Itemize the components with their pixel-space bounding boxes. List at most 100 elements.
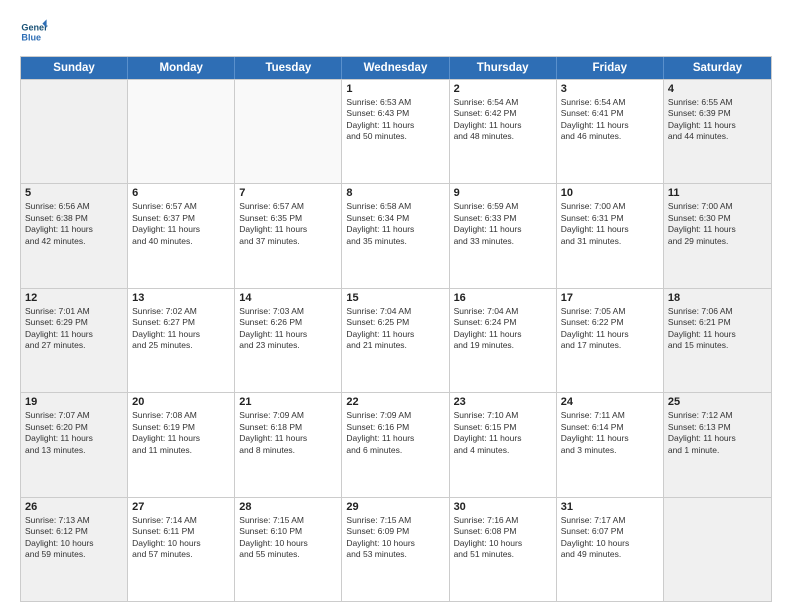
day-info: Sunrise: 7:07 AM Sunset: 6:20 PM Dayligh…	[25, 410, 123, 456]
calendar-cell-9: 9Sunrise: 6:59 AM Sunset: 6:33 PM Daylig…	[450, 184, 557, 287]
day-number: 19	[25, 396, 123, 408]
day-number: 20	[132, 396, 230, 408]
day-number: 4	[668, 83, 767, 95]
calendar-cell-4: 4 Sunrise: 6:55 AM Sunset: 6:39 PM Daylig…	[664, 80, 771, 183]
day-number: 22	[346, 396, 444, 408]
day-info: Sunrise: 7:14 AM Sunset: 6:11 PM Dayligh…	[132, 515, 230, 561]
calendar-cell-empty-0-0	[21, 80, 128, 183]
calendar-cell-3: 3Sunrise: 6:54 AM Sunset: 6:41 PM Daylig…	[557, 80, 664, 183]
calendar-cell-17: 17 Sunrise: 7:05 AM Sunset: 6:22 PM Dayli…	[557, 289, 664, 392]
day-number: 5	[25, 187, 123, 199]
calendar-cell-12: 12 Sunrise: 7:01 AM Sunset: 6:29 PM Dayli…	[21, 289, 128, 392]
calendar-cell-26: 26 Sunrise: 7:13 AM Sunset: 6:12 PM Dayli…	[21, 498, 128, 601]
day-info: Sunrise: 7:09 AM Sunset: 6:16 PM Dayligh…	[346, 410, 444, 456]
calendar-cell-24: 24Sunrise: 7:11 AM Sunset: 6:14 PM Dayli…	[557, 393, 664, 496]
calendar-cell-18: 18Sunrise: 7:06 AM Sunset: 6:21 PM Dayli…	[664, 289, 771, 392]
page: General Blue SundayMondayTuesdayWednesda…	[0, 0, 792, 612]
day-info: Sunrise: 7:02 AM Sunset: 6:27 PM Dayligh…	[132, 306, 230, 352]
day-number: 2	[454, 83, 552, 95]
svg-text:Blue: Blue	[21, 32, 41, 42]
day-info: Sunrise: 7:15 AM Sunset: 6:09 PM Dayligh…	[346, 515, 444, 561]
day-info: Sunrise: 6:58 AM Sunset: 6:34 PM Dayligh…	[346, 201, 444, 247]
calendar-cell-19: 19 Sunrise: 7:07 AM Sunset: 6:20 PM Dayli…	[21, 393, 128, 496]
day-number: 23	[454, 396, 552, 408]
calendar-header-row: SundayMondayTuesdayWednesdayThursdayFrid…	[21, 57, 771, 79]
logo-icon: General Blue	[20, 18, 48, 46]
logo: General Blue	[20, 18, 52, 46]
calendar-row-4: 26 Sunrise: 7:13 AM Sunset: 6:12 PM Dayli…	[21, 497, 771, 601]
day-info: Sunrise: 7:00 AM Sunset: 6:31 PM Dayligh…	[561, 201, 659, 247]
day-number: 10	[561, 187, 659, 199]
day-number: 1	[346, 83, 444, 95]
day-info: Sunrise: 7:13 AM Sunset: 6:12 PM Dayligh…	[25, 515, 123, 561]
day-number: 7	[239, 187, 337, 199]
day-info: Sunrise: 7:11 AM Sunset: 6:14 PM Dayligh…	[561, 410, 659, 456]
day-number: 12	[25, 292, 123, 304]
header-day-tuesday: Tuesday	[235, 57, 342, 79]
day-info: Sunrise: 6:59 AM Sunset: 6:33 PM Dayligh…	[454, 201, 552, 247]
day-info: Sunrise: 7:17 AM Sunset: 6:07 PM Dayligh…	[561, 515, 659, 561]
day-number: 11	[668, 187, 767, 199]
day-info: Sunrise: 6:54 AM Sunset: 6:42 PM Dayligh…	[454, 97, 552, 143]
day-info: Sunrise: 7:06 AM Sunset: 6:21 PM Dayligh…	[668, 306, 767, 352]
calendar-cell-23: 23Sunrise: 7:10 AM Sunset: 6:15 PM Dayli…	[450, 393, 557, 496]
calendar-cell-11: 11 Sunrise: 7:00 AM Sunset: 6:30 PM Dayli…	[664, 184, 771, 287]
calendar-cell-28: 28Sunrise: 7:15 AM Sunset: 6:10 PM Dayli…	[235, 498, 342, 601]
day-info: Sunrise: 6:55 AM Sunset: 6:39 PM Dayligh…	[668, 97, 767, 143]
calendar: SundayMondayTuesdayWednesdayThursdayFrid…	[20, 56, 772, 602]
day-number: 29	[346, 501, 444, 513]
day-info: Sunrise: 6:57 AM Sunset: 6:35 PM Dayligh…	[239, 201, 337, 247]
calendar-row-1: 5 Sunrise: 6:56 AM Sunset: 6:38 PM Daylig…	[21, 183, 771, 287]
header-day-saturday: Saturday	[664, 57, 771, 79]
day-number: 14	[239, 292, 337, 304]
day-info: Sunrise: 7:04 AM Sunset: 6:25 PM Dayligh…	[346, 306, 444, 352]
calendar-cell-empty-4-6	[664, 498, 771, 601]
day-number: 21	[239, 396, 337, 408]
day-number: 26	[25, 501, 123, 513]
day-info: Sunrise: 6:56 AM Sunset: 6:38 PM Dayligh…	[25, 201, 123, 247]
calendar-cell-14: 14 Sunrise: 7:03 AM Sunset: 6:26 PM Dayli…	[235, 289, 342, 392]
calendar-cell-31: 31 Sunrise: 7:17 AM Sunset: 6:07 PM Dayli…	[557, 498, 664, 601]
day-number: 17	[561, 292, 659, 304]
calendar-cell-2: 2 Sunrise: 6:54 AM Sunset: 6:42 PM Daylig…	[450, 80, 557, 183]
calendar-cell-25: 25 Sunrise: 7:12 AM Sunset: 6:13 PM Dayli…	[664, 393, 771, 496]
day-number: 25	[668, 396, 767, 408]
calendar-body: 1 Sunrise: 6:53 AM Sunset: 6:43 PM Daylig…	[21, 79, 771, 601]
day-info: Sunrise: 6:54 AM Sunset: 6:41 PM Dayligh…	[561, 97, 659, 143]
day-info: Sunrise: 7:05 AM Sunset: 6:22 PM Dayligh…	[561, 306, 659, 352]
header-day-wednesday: Wednesday	[342, 57, 449, 79]
header: General Blue	[20, 18, 772, 46]
calendar-cell-5: 5 Sunrise: 6:56 AM Sunset: 6:38 PM Daylig…	[21, 184, 128, 287]
calendar-cell-21: 21 Sunrise: 7:09 AM Sunset: 6:18 PM Dayli…	[235, 393, 342, 496]
day-info: Sunrise: 7:00 AM Sunset: 6:30 PM Dayligh…	[668, 201, 767, 247]
header-day-monday: Monday	[128, 57, 235, 79]
calendar-cell-empty-0-1	[128, 80, 235, 183]
calendar-cell-1: 1 Sunrise: 6:53 AM Sunset: 6:43 PM Daylig…	[342, 80, 449, 183]
calendar-row-0: 1 Sunrise: 6:53 AM Sunset: 6:43 PM Daylig…	[21, 79, 771, 183]
day-number: 13	[132, 292, 230, 304]
header-day-sunday: Sunday	[21, 57, 128, 79]
day-info: Sunrise: 6:57 AM Sunset: 6:37 PM Dayligh…	[132, 201, 230, 247]
calendar-cell-6: 6 Sunrise: 6:57 AM Sunset: 6:37 PM Daylig…	[128, 184, 235, 287]
day-number: 28	[239, 501, 337, 513]
header-day-thursday: Thursday	[450, 57, 557, 79]
day-info: Sunrise: 7:12 AM Sunset: 6:13 PM Dayligh…	[668, 410, 767, 456]
calendar-cell-27: 27Sunrise: 7:14 AM Sunset: 6:11 PM Dayli…	[128, 498, 235, 601]
day-number: 31	[561, 501, 659, 513]
calendar-cell-7: 7 Sunrise: 6:57 AM Sunset: 6:35 PM Daylig…	[235, 184, 342, 287]
day-number: 16	[454, 292, 552, 304]
day-number: 6	[132, 187, 230, 199]
calendar-cell-8: 8Sunrise: 6:58 AM Sunset: 6:34 PM Daylig…	[342, 184, 449, 287]
day-info: Sunrise: 6:53 AM Sunset: 6:43 PM Dayligh…	[346, 97, 444, 143]
day-info: Sunrise: 7:03 AM Sunset: 6:26 PM Dayligh…	[239, 306, 337, 352]
day-number: 30	[454, 501, 552, 513]
calendar-cell-10: 10 Sunrise: 7:00 AM Sunset: 6:31 PM Dayli…	[557, 184, 664, 287]
calendar-row-3: 19 Sunrise: 7:07 AM Sunset: 6:20 PM Dayli…	[21, 392, 771, 496]
calendar-cell-15: 15 Sunrise: 7:04 AM Sunset: 6:25 PM Dayli…	[342, 289, 449, 392]
day-number: 15	[346, 292, 444, 304]
day-info: Sunrise: 7:09 AM Sunset: 6:18 PM Dayligh…	[239, 410, 337, 456]
day-info: Sunrise: 7:01 AM Sunset: 6:29 PM Dayligh…	[25, 306, 123, 352]
day-info: Sunrise: 7:08 AM Sunset: 6:19 PM Dayligh…	[132, 410, 230, 456]
day-info: Sunrise: 7:04 AM Sunset: 6:24 PM Dayligh…	[454, 306, 552, 352]
header-day-friday: Friday	[557, 57, 664, 79]
